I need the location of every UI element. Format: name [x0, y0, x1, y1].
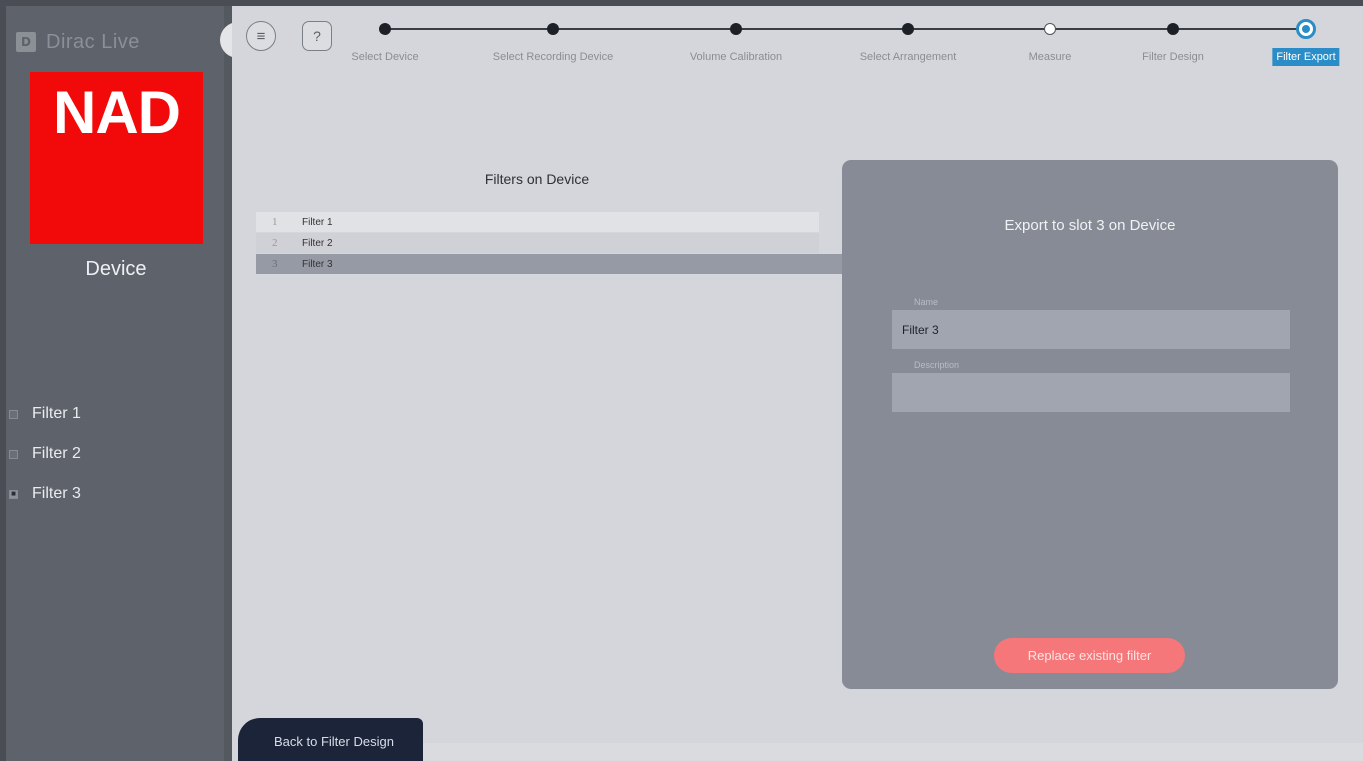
step-label-filter-export[interactable]: Filter Export [1272, 48, 1340, 66]
step-label-select-recording-device[interactable]: Select Recording Device [493, 51, 613, 63]
help-button[interactable]: ? [302, 21, 332, 51]
replace-existing-filter-button[interactable]: Replace existing filter [994, 638, 1185, 673]
app-logo: D Dirac Live [16, 28, 140, 56]
menu-icon: ≡ [256, 27, 266, 45]
device-label: Device [85, 258, 147, 280]
step-label-filter-design[interactable]: Filter Design [1142, 51, 1204, 63]
step-dot-measure[interactable] [1044, 23, 1056, 35]
filter-row[interactable]: 2 Filter 2 [256, 233, 819, 253]
step-dot-filter-export[interactable] [1296, 19, 1316, 39]
step-label-volume-calibration[interactable]: Volume Calibration [690, 51, 782, 63]
device-logo: NAD [30, 72, 203, 244]
filter-row-name: Filter 2 [302, 237, 333, 249]
sidebar-filter-label: Filter 2 [32, 445, 81, 462]
step-dot-select-device[interactable] [379, 23, 391, 35]
sidebar-filter-label: Filter 1 [32, 405, 81, 422]
step-dot-volume-calibration[interactable] [730, 23, 742, 35]
name-input[interactable] [892, 310, 1290, 349]
menu-button[interactable]: ≡ [246, 21, 276, 51]
export-panel-title: Export to slot 3 on Device [1004, 217, 1176, 234]
sidebar-edge [224, 6, 232, 761]
help-icon: ? [313, 28, 321, 44]
filter-row-name: Filter 1 [302, 216, 333, 228]
description-input[interactable] [892, 373, 1290, 412]
filter-row-name: Filter 3 [302, 258, 333, 270]
filter-row[interactable]: 1 Filter 1 [256, 212, 819, 232]
step-label-select-device[interactable]: Select Device [351, 51, 418, 63]
step-label-measure[interactable]: Measure [1029, 51, 1072, 63]
sidebar: D Dirac Live NAD Device Filter 1 Filter … [6, 6, 232, 761]
filter-row-number: 2 [272, 237, 278, 249]
sidebar-filter-2[interactable]: Filter 2 [6, 442, 81, 466]
filter-row-number: 1 [272, 216, 278, 228]
sidebar-filter-2-checkbox[interactable] [9, 449, 18, 459]
back-to-filter-design-button[interactable]: Back to Filter Design [238, 718, 423, 761]
filter-row-number: 3 [272, 258, 278, 270]
sidebar-filter-label: Filter 3 [32, 485, 81, 502]
sidebar-filter-1-checkbox[interactable] [9, 409, 18, 419]
export-panel: Export to slot 3 on Device Name Descript… [842, 160, 1338, 689]
dirac-logo-icon: D [16, 32, 36, 52]
name-field-label: Name [914, 297, 939, 307]
sidebar-filter-1[interactable]: Filter 1 [6, 402, 81, 426]
step-dot-select-recording-device[interactable] [547, 23, 559, 35]
app-title: Dirac Live [46, 30, 140, 53]
step-dot-select-arrangement[interactable] [902, 23, 914, 35]
description-field-label: Description [914, 360, 960, 370]
sidebar-filter-3-checkbox[interactable]: ■ [9, 489, 18, 499]
filter-row-selected[interactable]: 3 Filter 3 [256, 254, 866, 274]
step-dot-filter-design[interactable] [1167, 23, 1179, 35]
step-label-select-arrangement[interactable]: Select Arrangement [860, 51, 957, 63]
filters-list-title: Filters on Device [484, 171, 590, 187]
main-area: ≡ ? Select Device Select Recording Devic… [232, 6, 1363, 761]
bottom-bar [423, 743, 1363, 761]
sidebar-filter-3[interactable]: ■ Filter 3 [6, 482, 81, 506]
